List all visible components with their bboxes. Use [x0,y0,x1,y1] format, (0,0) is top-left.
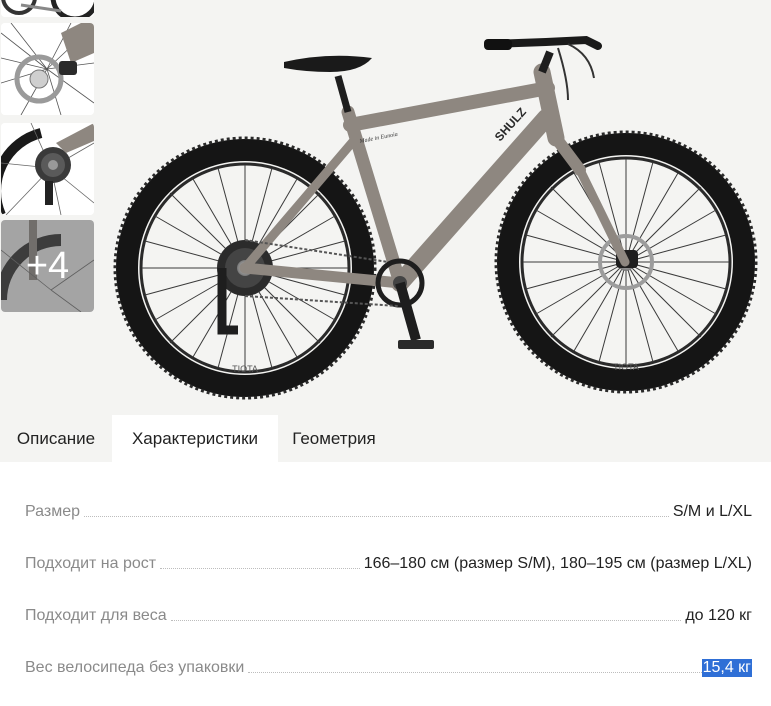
spec-label: Подходит на рост [25,555,157,572]
tab-description[interactable]: Описание [0,415,112,462]
thumbnail-strip: +4 [0,0,98,403]
spec-label: Вес велосипеда без упаковки [25,659,245,676]
chain [244,295,399,307]
dotted-leader [248,672,702,673]
tab-geometry[interactable]: Геометрия [278,415,390,462]
spec-label: Размер [25,503,80,520]
pedal [398,340,434,349]
thumbnail-more-photos[interactable]: +4 [1,220,94,312]
saddle [284,55,372,72]
spec-value-selected: 15,4 кг [701,659,752,677]
specifications-panel: Размер S/M и L/XL Подходит на рост 166–1… [0,462,771,706]
seatpost [334,75,352,113]
spec-row-bike-weight: Вес велосипеда без упаковки 15,4 кг [25,653,752,677]
thumbnail-front-brake[interactable] [1,23,94,115]
dotted-leader [170,620,682,621]
spec-value: S/M и L/XL [672,503,752,520]
product-gallery: +4 TIOTA TIOTA SHULZ Made in Eunoia [0,0,771,403]
product-tabs: Описание Характеристики Геометрия [0,403,771,462]
front-tire-brand: TIOTA [613,362,639,372]
more-photos-count: +4 [1,220,94,312]
rear-tire-brand: TIOTA [232,364,258,374]
spec-label: Подходит для веса [25,607,167,624]
dotted-leader [84,516,669,517]
tab-specifications[interactable]: Характеристики [112,415,278,462]
bicycle-frame [239,63,630,292]
crank-arm [395,281,421,342]
spec-row-size: Размер S/M и L/XL [25,497,752,521]
thumbnail-rear-cassette[interactable] [1,123,94,215]
thumbnail-wheel-top[interactable] [1,0,94,17]
top-tube-script-text: Made in Eunoia [358,132,398,145]
spec-value: 166–180 см (размер S/M), 180–195 см (раз… [363,555,752,572]
bicycle-illustration: TIOTA TIOTA SHULZ Made in Eunoia [113,35,758,400]
main-product-image[interactable]: TIOTA TIOTA SHULZ Made in Eunoia [98,0,771,403]
spec-row-rider-height: Подходит на рост 166–180 см (размер S/M)… [25,549,752,573]
spec-value: до 120 кг [685,607,752,624]
dotted-leader [160,568,360,569]
spec-row-rider-weight: Подходит для веса до 120 кг [25,601,752,625]
